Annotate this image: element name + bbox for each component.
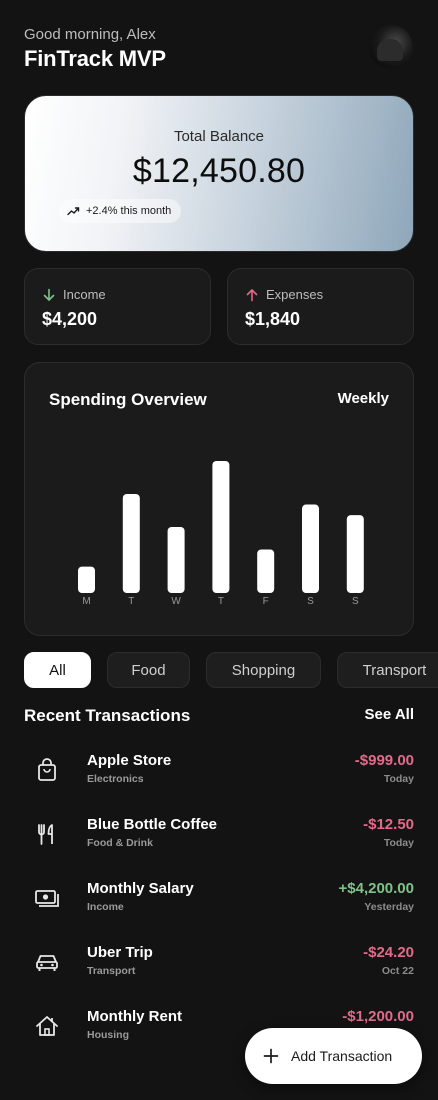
- chart-x-tick-label: S: [307, 596, 314, 607]
- see-all-link[interactable]: See All: [365, 706, 414, 723]
- transaction-row[interactable]: Uber Trip Transport -$24.20 Oct 22: [24, 943, 414, 993]
- transaction-amount: -$999.00: [354, 752, 414, 769]
- income-card[interactable]: Income $4,200: [24, 268, 211, 345]
- transaction-date: Oct 22: [381, 965, 414, 977]
- money-icon: [35, 890, 59, 907]
- transaction-row[interactable]: Monthly Salary Income +$4,200.00 Yesterday: [24, 879, 414, 929]
- transaction-row[interactable]: Blue Bottle Coffee Food & Drink -$12.50 Tod…: [24, 815, 414, 865]
- spending-chart-card: Spending Overview Weekly MTWTFSS: [24, 362, 414, 636]
- transaction-row[interactable]: Apple Store Electronics -$999.00 Today: [24, 751, 414, 801]
- balance-card: Total Balance $12,450.80 +2.4% this mont…: [24, 95, 414, 252]
- trend-badge: +2.4% this month: [59, 199, 182, 223]
- transaction-date: Today: [383, 773, 414, 785]
- transaction-amount: -$1,200.00: [342, 1008, 414, 1025]
- transaction-amount: +$4,200.00: [338, 880, 415, 897]
- filter-chip-all[interactable]: All: [24, 652, 91, 688]
- utensils-icon: [38, 824, 53, 845]
- transaction-name: Apple Store: [87, 752, 172, 769]
- transaction-name: Uber Trip: [87, 944, 153, 961]
- filter-chips: All Food Shopping Transport: [24, 652, 438, 688]
- transaction-amount: -$12.50: [363, 816, 414, 833]
- chart-x-tick-label: S: [352, 596, 359, 607]
- balance-label: Total Balance: [173, 128, 265, 145]
- expenses-header: Expenses: [245, 287, 323, 302]
- chart-x-tick-label: T: [128, 596, 134, 607]
- shopping-bag-icon: [38, 758, 56, 781]
- greeting: Good morning, Alex: [24, 26, 156, 43]
- expenses-value: $1,840: [245, 309, 301, 329]
- arrow-up-icon: [246, 288, 258, 301]
- chart-bar: [78, 566, 95, 593]
- transaction-name: Monthly Rent: [87, 1008, 182, 1025]
- chart-x-tick-label: T: [218, 596, 224, 607]
- filter-chip-transport[interactable]: Transport: [337, 652, 438, 688]
- income-header: Income: [42, 287, 106, 302]
- transaction-category: Income: [87, 901, 124, 913]
- chart-bar: [302, 504, 319, 593]
- chart-bar: [346, 515, 364, 593]
- home-icon: [36, 1016, 58, 1036]
- add-transaction-button[interactable]: Add Transaction: [245, 1028, 422, 1084]
- transaction-amount: -$24.20: [363, 944, 414, 961]
- chart-bar: [212, 461, 230, 593]
- car-icon: [36, 955, 58, 971]
- expenses-label: Expenses: [266, 287, 324, 302]
- transaction-category: Transport: [87, 965, 136, 977]
- transaction-name: Blue Bottle Coffee: [87, 816, 218, 833]
- transaction-category: Electronics: [87, 773, 144, 785]
- filter-chip-shopping[interactable]: Shopping: [206, 652, 321, 688]
- add-transaction-label: Add Transaction: [291, 1048, 393, 1064]
- expenses-card[interactable]: Expenses $1,840: [227, 268, 414, 345]
- chart-x-tick-label: F: [263, 596, 269, 607]
- transaction-date: Today: [383, 837, 414, 849]
- chart-bar: [122, 494, 140, 593]
- trend-text: +2.4% this month: [86, 205, 172, 217]
- chart-x-tick-label: M: [82, 596, 90, 607]
- balance-value: $12,450.80: [132, 152, 306, 190]
- income-value: $4,200: [42, 309, 98, 329]
- recent-transactions-title: Recent Transactions: [24, 706, 191, 725]
- transaction-date: Yesterday: [364, 901, 414, 913]
- chart-x-tick-label: W: [171, 596, 181, 607]
- income-label: Income: [63, 287, 106, 302]
- plus-icon: [263, 1048, 279, 1064]
- spending-bar-chart: MTWTFSS: [78, 461, 364, 607]
- arrow-down-icon: [43, 288, 55, 301]
- transaction-name: Monthly Salary: [87, 880, 194, 897]
- avatar[interactable]: [369, 25, 413, 69]
- transaction-category: Food & Drink: [87, 837, 153, 849]
- transaction-category: Housing: [87, 1029, 129, 1041]
- filter-chip-food[interactable]: Food: [107, 652, 190, 688]
- trending-up-icon: [67, 207, 80, 216]
- chart-bar: [167, 527, 185, 593]
- chart-bar: [257, 549, 275, 593]
- app-title: FinTrack MVP: [24, 46, 166, 71]
